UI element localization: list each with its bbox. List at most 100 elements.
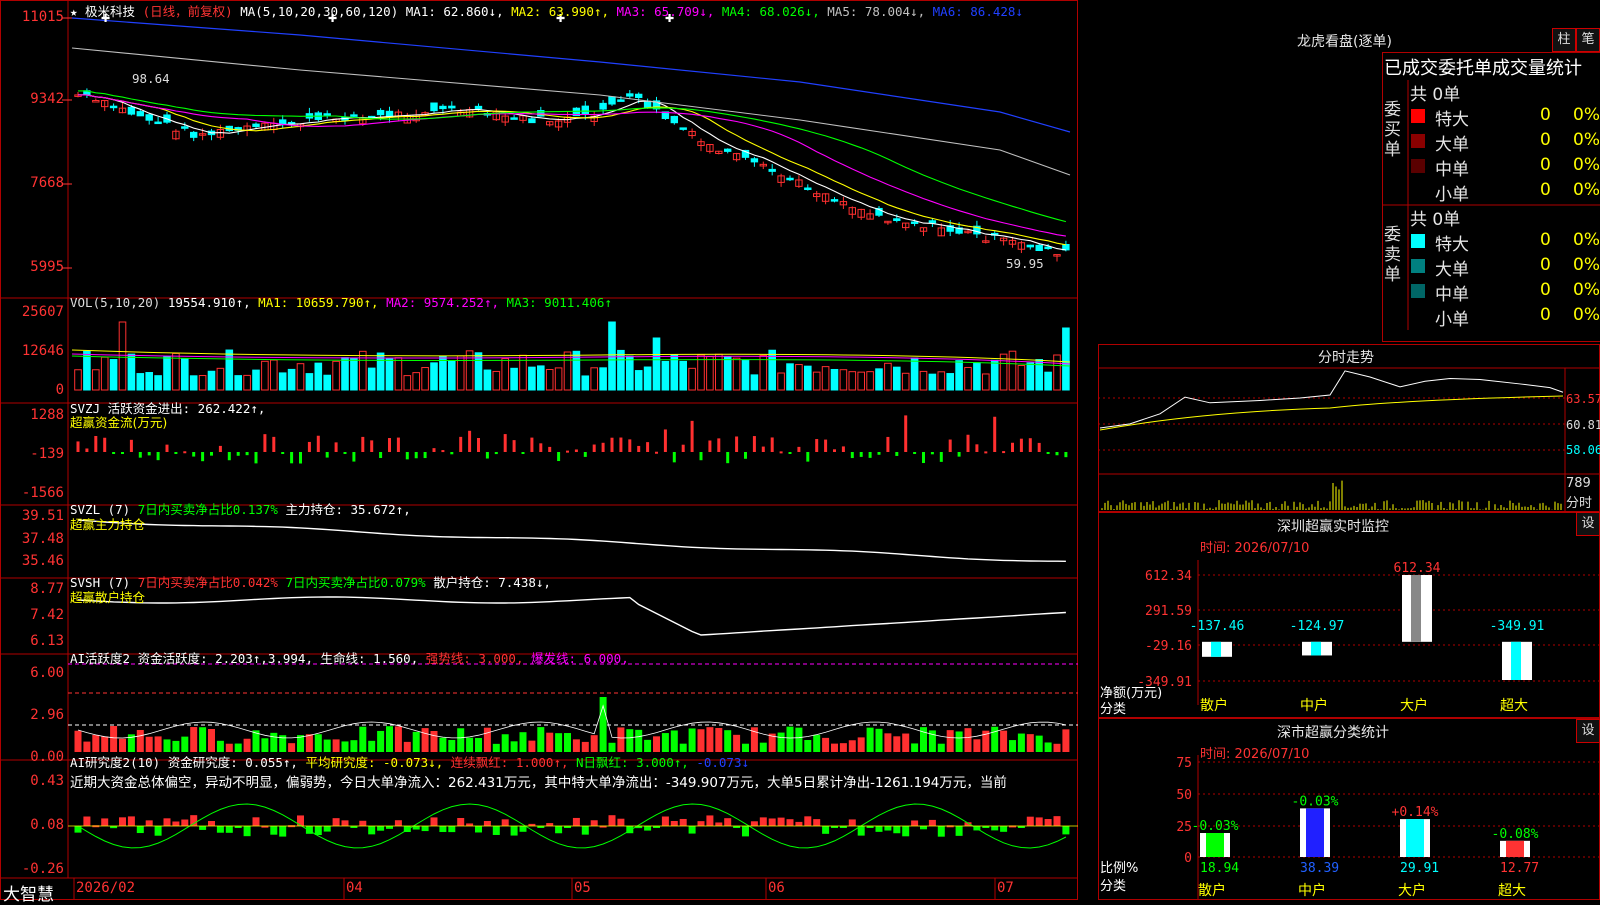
candle-body [1062,244,1070,251]
research-bar [430,817,438,826]
research-bar [457,817,465,826]
fund-flow-bar [121,452,124,454]
volume-bar [821,366,830,391]
research-bar [786,819,794,826]
activity-bar [145,736,153,752]
svsh-y-label: 7.42 [30,607,64,623]
research-bar [928,819,936,826]
candle-body [608,96,616,105]
activity-bar [270,732,278,752]
ai-active-y-label: 0.00 [30,749,64,765]
fund-flow-bar [414,452,418,459]
fund-flow-bar [1002,451,1006,454]
fund-flow-bar [583,452,587,457]
volume-bar [403,375,412,391]
fund-flow-bar [112,452,116,454]
volume-bar [581,375,590,391]
sell-row-name: 特大 [1435,235,1469,255]
svzl-y-label: 39.51 [21,508,64,524]
svzl-ratio: 7日内买卖净占比0.137% [137,502,278,517]
research-bar [1026,816,1034,826]
research-bar [848,819,856,826]
activity-bar [831,743,838,752]
sz-monitor-settings-button[interactable]: 设 [1576,512,1600,536]
volume-bar [510,367,518,391]
volume-bar [990,359,999,391]
fund-flow-bar [352,452,356,462]
research-bar [501,819,509,826]
candle-body [252,123,260,127]
activity-bar [1000,730,1008,752]
fund-flow-bar [557,452,561,462]
activity-bar [163,739,171,752]
activity-bar [457,728,465,752]
research-bar [519,826,527,832]
fund-flow-bar [521,452,525,454]
fund-flow-bar [343,452,347,454]
research-bar [822,826,830,834]
ma3-value: MA3: 65.709↓, [616,4,715,19]
candle-body [474,105,483,110]
volume-bar [270,359,278,391]
research-bar [661,816,669,826]
research-bar [412,826,420,830]
activity-bar [421,728,429,752]
ai-research-last: -0.073↓ [696,755,750,770]
volume-bar [189,375,198,391]
activity-bar [608,742,616,752]
activity-bar [101,736,109,752]
tick-mode-button[interactable]: 笔 [1576,28,1600,52]
fund-flow-bar [1064,452,1068,458]
research-bar [715,822,723,826]
activity-bar [661,733,669,752]
sz-monitor-box [1098,512,1600,718]
activity-bar [332,739,340,752]
research-bar [1062,826,1070,835]
research-bar [750,821,758,826]
activity-bar [394,726,402,752]
activity-bar [848,740,856,752]
research-bar [991,826,999,831]
ai-research-title: AI研究度2(10) 资金研究度: 0.055↑, [70,755,298,770]
candle-body [145,114,153,121]
sz-class-title: 深市超赢分类统计 [1277,725,1389,741]
lhb-heading: 已成交委托单成交量统计 [1384,58,1582,79]
activity-bar [804,740,812,752]
research-bar [510,826,518,836]
svsh-y-label: 8.77 [30,581,64,597]
sz-class-settings-button[interactable]: 设 [1576,719,1600,743]
buy-row-name: 大单 [1435,135,1469,155]
candle-body [1035,244,1043,251]
fund-flow-bar [841,446,845,452]
svsh-y-label: 6.13 [30,633,64,649]
research-bar [492,826,500,835]
research-bar [742,826,749,837]
candle-body [670,115,678,124]
activity-bar [653,736,660,752]
fund-flow-bar [984,451,988,454]
stock-name[interactable]: ★ 极米科技 [70,4,135,19]
volume-bar [697,354,705,391]
sz-monitor-time: 时间: 2026/07/10 [1200,541,1310,556]
research-bar [911,820,919,826]
volume-bar [812,371,821,391]
fund-flow-bar [192,452,196,457]
volume-bar [901,372,910,391]
fund-flow-bar [405,452,409,460]
volume-bar [92,369,100,391]
research-bar [475,826,482,833]
activity-bar [492,743,500,752]
bar-mode-button[interactable]: 柱 [1552,28,1576,52]
research-bar [279,826,287,837]
volume-bar [350,357,358,391]
brand-logo[interactable]: 大智慧 [3,880,54,905]
intraday-y-label: 63.57 [1566,392,1600,406]
vol-ma2: MA2: 9574.252↑, [386,295,500,310]
buy-label: 委买单 [1384,100,1401,160]
research-bar [724,818,732,826]
research-bar [341,820,349,826]
research-bar [768,818,776,826]
vol-ma3: MA3: 9011.406↑ [506,295,612,310]
volume-bar [857,371,866,391]
volume-bar [234,375,242,391]
